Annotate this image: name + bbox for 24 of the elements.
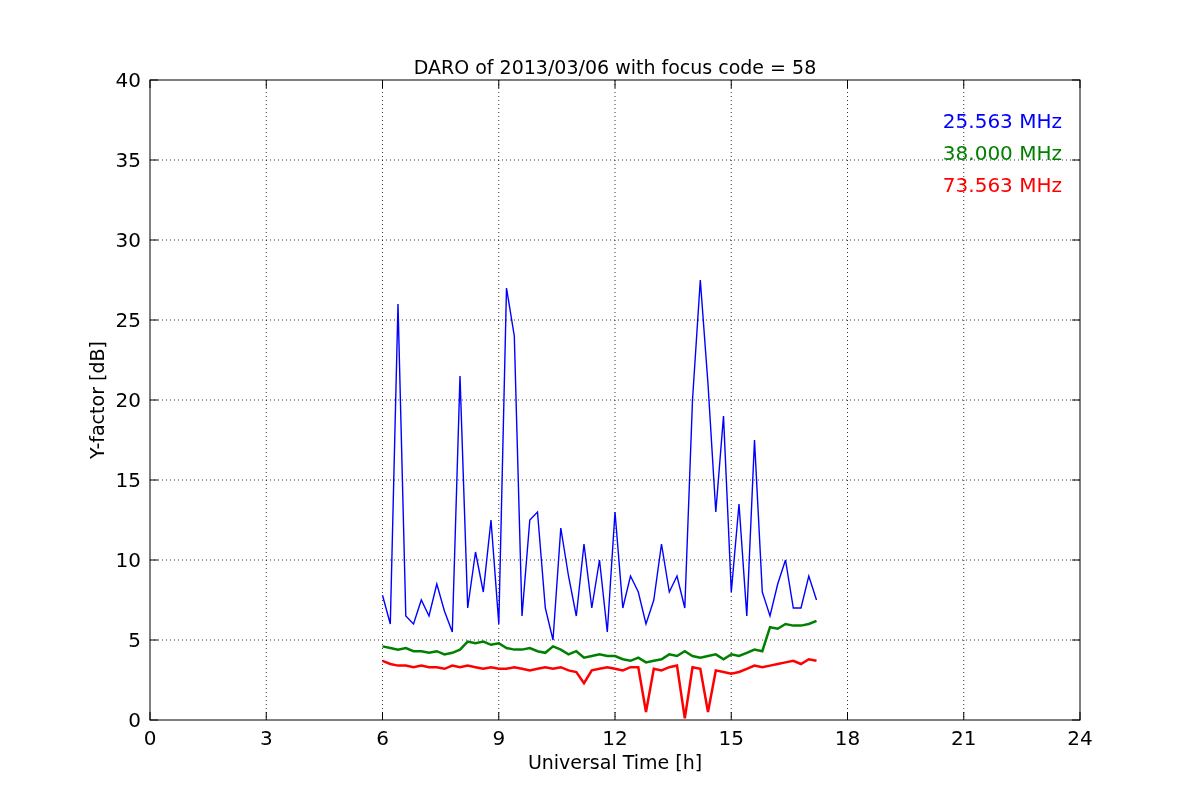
tick-label: 25: [115, 308, 141, 332]
tick-label: 12: [602, 726, 628, 750]
tick-label: 6: [376, 726, 389, 750]
tick-label: 20: [115, 388, 141, 412]
tick-label: 30: [115, 228, 141, 252]
legend-label: 73.563 MHz: [942, 173, 1062, 197]
chart-title: DARO of 2013/03/06 with focus code = 58: [413, 56, 817, 78]
tick-label: 15: [115, 468, 141, 492]
tick-label: 10: [115, 548, 141, 572]
tick-label: 18: [834, 726, 861, 750]
tick-label: 5: [128, 628, 141, 652]
tick-label: 21: [951, 726, 977, 750]
axis-label: Y-factor [dB]: [86, 341, 108, 459]
tick-label: 3: [259, 726, 273, 750]
legend-label: 38.000 MHz: [942, 141, 1062, 165]
tick-label: 9: [492, 726, 506, 750]
tick-label: 40: [115, 68, 141, 92]
tick-label: 24: [1067, 726, 1093, 750]
legend-label: 25.563 MHz: [942, 109, 1062, 133]
tick-label: 35: [115, 148, 141, 172]
tick-label: 15: [718, 726, 744, 750]
tick-label: 0: [128, 708, 141, 732]
axis-label: Universal Time [h]: [527, 751, 703, 773]
tick-label: 0: [143, 726, 157, 750]
